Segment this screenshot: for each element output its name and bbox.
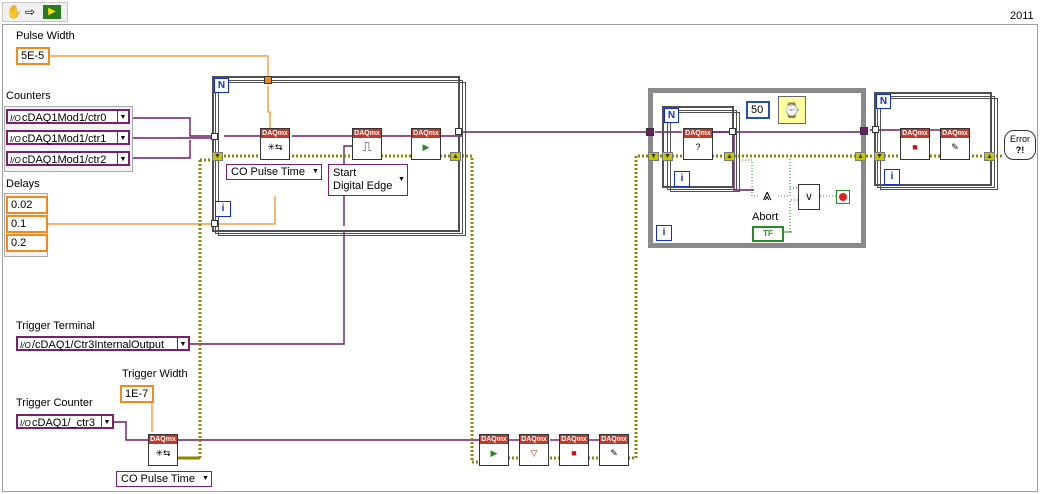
wait-ms-constant[interactable]: 50: [746, 101, 770, 119]
trigger-terminal-label: Trigger Terminal: [16, 320, 95, 332]
loop-iteration-terminal: i: [215, 201, 231, 217]
daqmx-trigger-vi[interactable]: DAQmx ⎍: [352, 128, 382, 160]
loop-iteration-terminal: i: [884, 169, 900, 185]
daqmx-clear-task-vi[interactable]: DAQmx ✎: [940, 128, 970, 160]
is-done-icon: ?: [695, 142, 701, 152]
daqmx-stop-task-vi[interactable]: DAQmx ■: [900, 128, 930, 160]
counter-item-1[interactable]: I/O cDAQ1Mod1/ctr1 ▼: [6, 130, 130, 145]
trigger-co-pulse-time-ring[interactable]: CO Pulse Time ▼: [116, 471, 212, 487]
dropdown-arrow-icon[interactable]: ▼: [101, 416, 112, 427]
daqmx-start-trigger-vi[interactable]: DAQmx ▶: [479, 434, 509, 466]
loop-iteration-terminal: i: [674, 171, 690, 187]
error-shift-register: ▲: [450, 152, 461, 161]
indexing-tunnel: [211, 220, 218, 227]
refnum-tunnel: [860, 127, 868, 135]
counters-label: Counters: [6, 90, 51, 102]
daqmx-create-channel-vi[interactable]: DAQmx ✳⇆: [260, 128, 290, 160]
start-task-icon: ▶: [422, 142, 430, 152]
trigger-counter-label: Trigger Counter: [16, 397, 93, 409]
wait-timer-icon[interactable]: ⌚: [778, 96, 806, 124]
daqmx-create-trigger-channel-vi[interactable]: DAQmx ✳⇆: [148, 434, 178, 466]
stop-icon: ■: [571, 448, 577, 458]
loop-count-terminal: N: [214, 78, 229, 93]
delays-label: Delays: [6, 178, 40, 190]
dropdown-arrow-icon[interactable]: ▼: [117, 132, 128, 143]
daqmx-start-task-vi[interactable]: DAQmx ▶: [411, 128, 441, 160]
refnum-tunnel: [646, 128, 654, 136]
daqmx-stop-trigger-vi[interactable]: DAQmx ■: [559, 434, 589, 466]
indexing-tunnel: [729, 128, 736, 135]
daqmx-clear-trigger-vi[interactable]: DAQmx ✎: [599, 434, 629, 466]
while-loop-iteration-terminal: i: [656, 225, 672, 241]
abort-label: Abort: [752, 211, 779, 223]
counter-item-2[interactable]: I/O cDAQ1Mod1/ctr2 ▼: [6, 151, 130, 166]
indexing-tunnel: [455, 128, 462, 135]
delay-item-0[interactable]: 0.02: [6, 196, 48, 214]
start-digital-edge-ring[interactable]: Start Digital Edge ▼: [328, 164, 408, 196]
orange-tunnel: [264, 76, 272, 84]
digital-edge-icon: ⎍: [362, 139, 372, 154]
io-icon: I/O: [10, 114, 21, 123]
eraser-icon: ✎: [610, 448, 618, 458]
and-array-elements-icon[interactable]: ⩓: [756, 183, 778, 209]
loop-count-terminal: N: [664, 108, 679, 123]
wait-done-icon: ▽: [530, 448, 538, 458]
delay-item-2[interactable]: 0.2: [6, 234, 48, 252]
error-handler-icon[interactable]: Error ?!: [1004, 130, 1036, 160]
dropdown-arrow-icon[interactable]: ▼: [177, 338, 188, 349]
error-tunnel: ▲: [855, 152, 866, 161]
dropdown-arrow-icon[interactable]: ▼: [117, 153, 128, 164]
pulse-width-control[interactable]: 5E-5: [16, 47, 50, 65]
daqmx-wait-until-done-vi[interactable]: DAQmx ▽: [519, 434, 549, 466]
trigger-width-control[interactable]: 1E-7: [120, 385, 154, 403]
trigger-width-label: Trigger Width: [122, 368, 188, 380]
daqmx-is-task-done-vi[interactable]: DAQmx ?: [683, 128, 713, 160]
counter-item-0[interactable]: I/O cDAQ1Mod1/ctr0 ▼: [6, 109, 130, 124]
indexing-tunnel: [872, 126, 879, 133]
error-shift-register: ▲: [984, 152, 995, 161]
dropdown-arrow-icon[interactable]: ▼: [117, 111, 128, 122]
dropdown-arrow-icon[interactable]: ▼: [396, 165, 407, 195]
io-icon: I/O: [20, 341, 31, 350]
stop-icon: ■: [912, 142, 918, 152]
create-channel-icon: ✳⇆: [267, 142, 283, 152]
error-tunnel: ▼: [648, 152, 659, 161]
dropdown-arrow-icon[interactable]: ▼: [200, 472, 211, 486]
io-icon: I/O: [10, 156, 21, 165]
trigger-terminal-control[interactable]: I/O/cDAQ1/Ctr3InternalOutput ▼: [16, 336, 190, 351]
co-pulse-time-ring[interactable]: CO Pulse Time ▼: [226, 164, 322, 180]
wire-layer: [46, 55, 1004, 464]
stop-condition-icon[interactable]: [836, 190, 850, 204]
error-shift-register: ▼: [212, 152, 223, 161]
trigger-counter-control[interactable]: I/O cDAQ1/_ctr3 ▼: [16, 414, 114, 429]
create-channel-icon: ✳⇆: [155, 448, 171, 458]
indexing-tunnel: [211, 133, 218, 140]
dropdown-arrow-icon[interactable]: ▼: [310, 165, 321, 179]
io-icon: I/O: [20, 419, 31, 428]
eraser-icon: ✎: [951, 142, 959, 152]
error-shift-register: ▲: [724, 152, 735, 161]
start-task-icon: ▶: [490, 448, 498, 458]
compound-or-icon[interactable]: v: [798, 184, 820, 210]
error-shift-register: ▼: [662, 152, 673, 161]
error-shift-register: ▼: [874, 152, 885, 161]
pulse-width-label: Pulse Width: [16, 30, 75, 42]
abort-constant[interactable]: TF: [752, 226, 784, 242]
io-icon: I/O: [10, 135, 21, 144]
delay-item-1[interactable]: 0.1: [6, 215, 48, 233]
loop-count-terminal: N: [876, 94, 891, 109]
